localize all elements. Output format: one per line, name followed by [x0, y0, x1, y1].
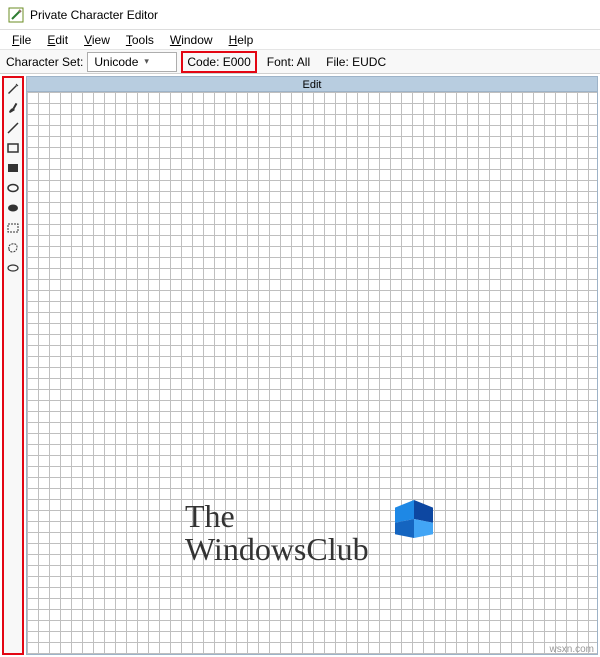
main-area: Edit [0, 74, 600, 657]
file-field: File: EUDC [320, 55, 392, 69]
credit-text: wsxn.com [550, 644, 594, 655]
brush-icon [6, 101, 20, 115]
menu-tools[interactable]: Tools [118, 31, 162, 49]
code-label: Code: E000 [187, 55, 250, 69]
rect-filled-tool[interactable] [5, 160, 21, 176]
rect-select-icon [6, 221, 20, 235]
brush-tool[interactable] [5, 100, 21, 116]
rect-outline-tool[interactable] [5, 140, 21, 156]
charset-value: Unicode [94, 55, 138, 69]
rectangle-filled-icon [6, 161, 20, 175]
tool-palette [2, 76, 24, 655]
pencil-tool[interactable] [5, 80, 21, 96]
freeform-select-icon [6, 241, 20, 255]
ellipse-filled-icon [6, 201, 20, 215]
menu-edit[interactable]: Edit [39, 31, 76, 49]
charset-label: Character Set: [6, 55, 83, 69]
ellipse-outline-tool[interactable] [5, 180, 21, 196]
menu-help[interactable]: Help [221, 31, 262, 49]
menu-view[interactable]: View [76, 31, 118, 49]
eraser-tool[interactable] [5, 260, 21, 276]
charset-dropdown[interactable]: Unicode ▾ [87, 52, 177, 72]
app-icon [8, 7, 24, 23]
rectangle-outline-icon [6, 141, 20, 155]
menu-file[interactable]: File [4, 31, 39, 49]
window-title: Private Character Editor [30, 8, 158, 22]
menu-window[interactable]: Window [162, 31, 221, 49]
eraser-icon [6, 261, 20, 275]
titlebar: Private Character Editor [0, 0, 600, 30]
canvas-header: Edit [26, 76, 598, 92]
editing-grid[interactable] [26, 92, 598, 655]
ellipse-outline-icon [6, 181, 20, 195]
line-icon [6, 121, 20, 135]
canvas-wrap: Edit [26, 76, 598, 655]
freeform-select-tool[interactable] [5, 240, 21, 256]
rect-select-tool[interactable] [5, 220, 21, 236]
ellipse-filled-tool[interactable] [5, 200, 21, 216]
code-field: Code: E000 [181, 51, 256, 73]
pencil-icon [6, 81, 20, 95]
font-field: Font: All [261, 55, 316, 69]
chevron-down-icon: ▾ [144, 56, 149, 67]
line-tool[interactable] [5, 120, 21, 136]
menubar: File Edit View Tools Window Help [0, 30, 600, 50]
info-row: Character Set: Unicode ▾ Code: E000 Font… [0, 50, 600, 74]
